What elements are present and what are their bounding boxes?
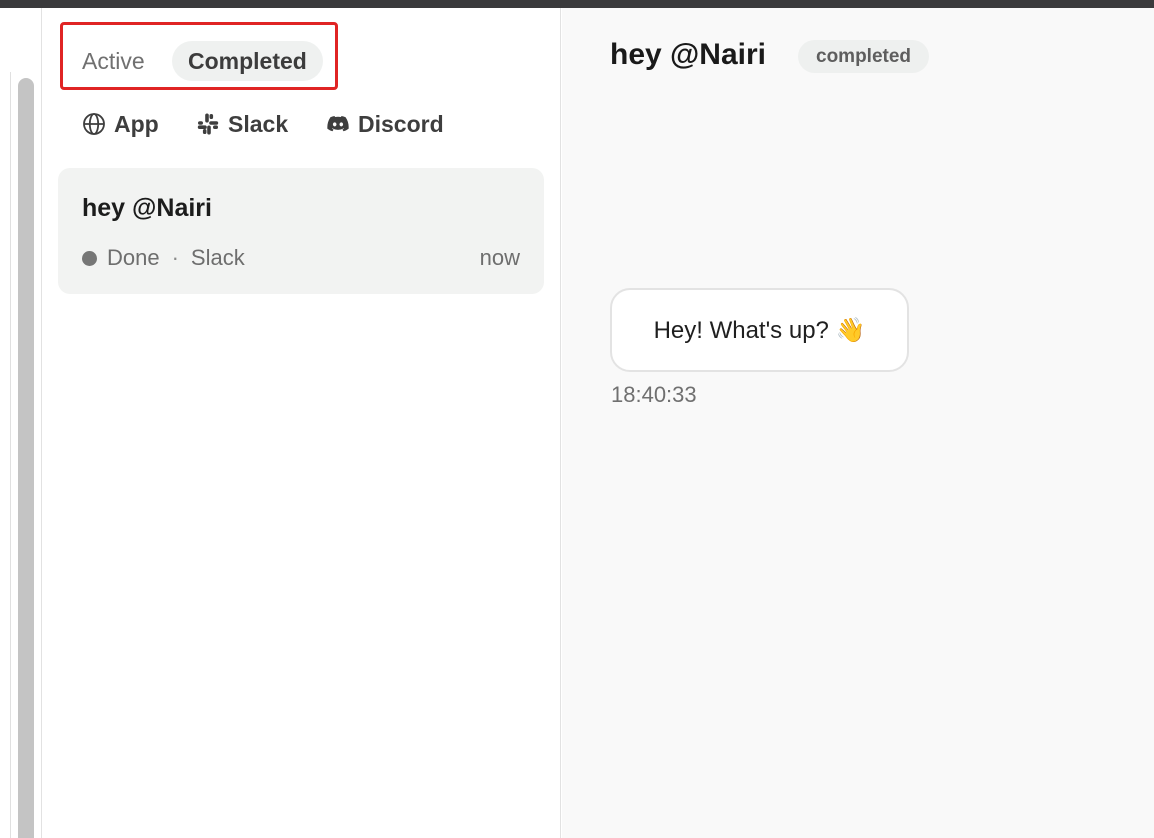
status-badge: completed bbox=[798, 40, 930, 73]
message-timestamp: 18:40:33 bbox=[611, 382, 697, 407]
filter-app[interactable]: App bbox=[82, 106, 159, 142]
filter-slack[interactable]: Slack bbox=[196, 106, 288, 142]
thread-status: Done bbox=[107, 245, 160, 270]
message-bubble: Hey! What's up? 👋 bbox=[610, 288, 909, 372]
filter-app-label: App bbox=[114, 110, 159, 137]
thread-title: hey @Nairi bbox=[82, 194, 212, 222]
gutter-divider bbox=[10, 72, 11, 838]
thread-meta: Done · Slack bbox=[82, 244, 245, 272]
slack-icon bbox=[197, 113, 219, 135]
conversation-panel bbox=[562, 8, 1154, 838]
message-text: Hey! What's up? 👋 bbox=[653, 316, 866, 344]
filter-discord-label: Discord bbox=[358, 110, 444, 137]
window-top-bar bbox=[0, 0, 1154, 8]
conversation-title: hey @Nairi bbox=[610, 38, 766, 71]
discord-icon bbox=[327, 116, 349, 132]
filter-discord[interactable]: Discord bbox=[326, 106, 444, 142]
tab-completed[interactable]: Completed bbox=[172, 41, 323, 81]
scrollbar-thumb[interactable] bbox=[18, 78, 34, 838]
thread-list-item[interactable]: hey @Nairi Done · Slack now bbox=[58, 168, 544, 294]
tab-active[interactable]: Active bbox=[66, 41, 161, 81]
filter-slack-label: Slack bbox=[228, 110, 289, 137]
thread-time: now bbox=[479, 245, 520, 270]
thread-source: Slack bbox=[190, 245, 245, 270]
status-dot-icon bbox=[82, 250, 97, 266]
globe-icon bbox=[83, 113, 105, 135]
meta-separator: · bbox=[171, 245, 179, 270]
